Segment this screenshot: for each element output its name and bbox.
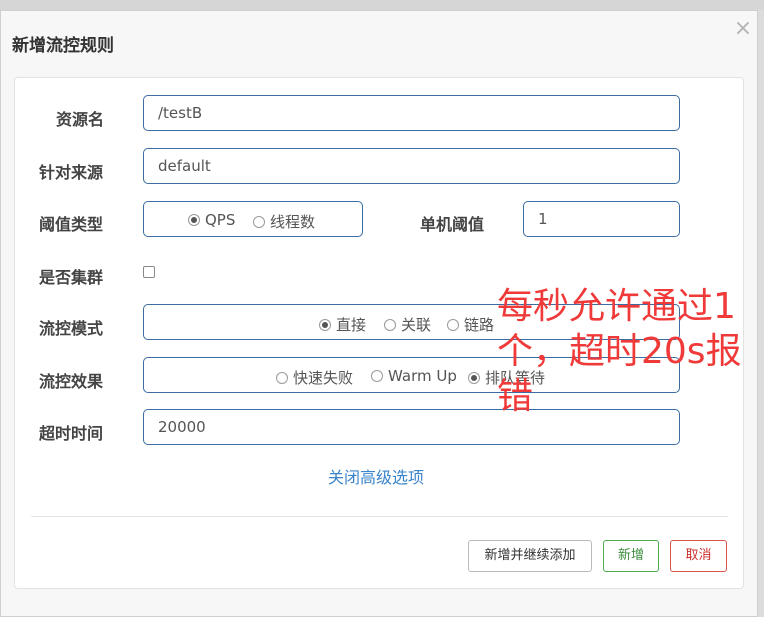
add-button[interactable]: 新增 [603, 540, 659, 572]
add-and-continue-button[interactable]: 新增并继续添加 [468, 540, 592, 572]
radio-label: 线程数 [270, 213, 316, 231]
radio-label: Warm Up [388, 367, 457, 385]
flow-effect-fail-fast-radio[interactable]: 快速失败 [276, 367, 353, 388]
cluster-mode-checkbox[interactable] [143, 266, 155, 278]
limit-app-label: 针对来源 [39, 163, 104, 182]
limit-app-input[interactable]: default [143, 148, 680, 184]
footer-divider [31, 516, 728, 517]
flow-mode-chain-radio[interactable]: 链路 [447, 314, 494, 335]
radio-unselected-icon [447, 318, 459, 331]
radio-selected-icon [468, 371, 480, 384]
threshold-type-qps-radio[interactable]: QPS [188, 211, 235, 229]
cancel-button[interactable]: 取消 [670, 540, 727, 572]
dialog-title: 新增流控规则 [12, 36, 114, 56]
close-icon[interactable]: × [732, 17, 754, 41]
radio-unselected-icon [371, 370, 383, 382]
cluster-mode-label: 是否集群 [39, 268, 104, 287]
flow-mode-label: 流控模式 [39, 319, 104, 338]
radio-label: 链路 [464, 316, 495, 334]
resource-name-label: 资源名 [56, 110, 105, 129]
radio-label: 关联 [401, 316, 432, 334]
radio-label: 快速失败 [293, 369, 354, 387]
single-threshold-input[interactable]: 1 [523, 201, 680, 237]
timeout-label: 超时时间 [39, 424, 104, 443]
threshold-type-group: QPS 线程数 [143, 201, 363, 237]
threshold-type-thread-radio[interactable]: 线程数 [253, 211, 315, 232]
flow-mode-direct-radio[interactable]: 直接 [319, 314, 366, 335]
threshold-type-label: 阈值类型 [39, 215, 104, 234]
radio-unselected-icon [276, 371, 288, 384]
flow-effect-warm-up-radio[interactable]: Warm Up [371, 367, 457, 385]
flow-mode-relate-radio[interactable]: 关联 [384, 314, 431, 335]
resource-name-input[interactable]: /testB [143, 95, 680, 131]
red-annotation-text: 每秒允许通过1个，超时20s报错 [497, 286, 742, 417]
radio-unselected-icon [384, 318, 396, 331]
page-backdrop [0, 0, 764, 10]
radio-selected-icon [188, 214, 200, 226]
flow-effect-label: 流控效果 [39, 372, 104, 391]
advanced-options-toggle[interactable]: 关闭高级选项 [328, 464, 424, 488]
radio-selected-icon [319, 318, 331, 331]
radio-unselected-icon [253, 215, 265, 228]
radio-label: 直接 [336, 316, 367, 334]
single-threshold-label: 单机阈值 [420, 215, 485, 234]
radio-label: QPS [205, 211, 236, 229]
